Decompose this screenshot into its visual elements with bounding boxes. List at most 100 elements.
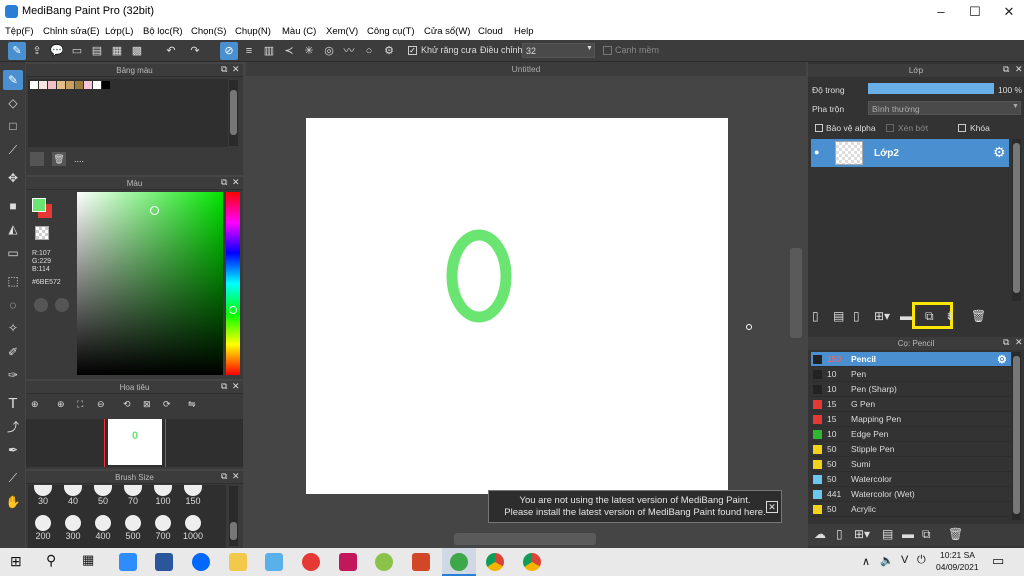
snap-off-icon[interactable]: ⊘ [220, 42, 238, 60]
transparent-color[interactable] [35, 226, 49, 240]
close-icon[interactable]: ✕ [232, 177, 240, 188]
ellipse-snap-icon[interactable]: ○ [360, 42, 378, 60]
folder-icon[interactable]: ▬ [902, 527, 914, 541]
new-brush-icon[interactable]: ▯ [836, 527, 843, 541]
app-icon[interactable] [375, 553, 393, 571]
cross-snap-icon[interactable]: ▥ [260, 42, 278, 60]
smooth-edge-checkbox[interactable] [603, 46, 612, 55]
canvas-h-scrollbar[interactable] [454, 533, 596, 545]
eye-icon[interactable]: ● [814, 147, 819, 157]
brush-item[interactable]: 50 Stipple Pen [811, 442, 1011, 457]
size-option[interactable]: 300 [62, 515, 84, 541]
menu-tools[interactable]: Công cụ(T) [367, 26, 415, 37]
menu-select[interactable]: Chọn(S) [191, 26, 226, 37]
palette-scrollbar[interactable] [229, 80, 238, 146]
operation-tool-icon[interactable]: ⤴ [3, 417, 23, 437]
close-button[interactable]: ✕ [1002, 4, 1016, 20]
brush-item[interactable]: 441 Watercolor (Wet) [811, 487, 1011, 502]
trash-icon[interactable]: 🗑 [948, 527, 963, 541]
flip-icon[interactable]: ⇋ [188, 399, 202, 413]
clipping-checkbox[interactable] [886, 124, 894, 132]
text-tool-icon[interactable]: T [3, 394, 23, 414]
brush-item[interactable]: 50 Acrylic [811, 502, 1011, 517]
menu-layer[interactable]: Lớp(L) [105, 26, 133, 37]
add-palette-icon[interactable] [30, 152, 44, 166]
close-icon[interactable]: ✕ [232, 471, 240, 482]
rotate-left-icon[interactable]: ⟲ [123, 399, 137, 413]
size-option[interactable]: 150 [182, 485, 204, 506]
bucket-tool-icon[interactable]: ◭ [3, 219, 23, 239]
drawing-canvas[interactable] [306, 118, 728, 494]
parallel-snap-icon[interactable]: ≡ [240, 42, 258, 60]
menu-cloud[interactable]: Cloud [478, 26, 503, 37]
hue-slider[interactable] [226, 192, 240, 375]
swatch[interactable] [84, 81, 92, 89]
vanish-snap-icon[interactable]: ≺ [280, 42, 298, 60]
size-option[interactable]: 50 [92, 485, 114, 506]
speech-icon[interactable]: 💬 [48, 42, 66, 60]
hand-tool-icon[interactable]: ✋ [3, 492, 23, 512]
menu-color[interactable]: Màu (C) [282, 26, 316, 37]
powerpoint-app-icon[interactable] [412, 553, 430, 571]
brush-tool-icon[interactable]: ✎ [3, 70, 23, 90]
radial-snap-icon[interactable]: ✳ [300, 42, 318, 60]
zoom-in-icon[interactable]: ⊕ [57, 399, 71, 413]
opacity-slider[interactable] [868, 83, 994, 94]
trash-icon[interactable]: 🗑 [52, 152, 66, 166]
float-icon[interactable]: ⧉ [221, 64, 227, 75]
update-notice[interactable]: You are not using the latest version of … [488, 490, 782, 523]
select-tool-icon[interactable]: ⬚ [3, 271, 23, 291]
gear-icon[interactable]: ⚙ [997, 353, 1007, 366]
zoom-app-icon[interactable] [119, 553, 137, 571]
circle-snap-icon[interactable]: ◎ [320, 42, 338, 60]
app-icon[interactable] [302, 553, 320, 571]
size-option[interactable]: 40 [62, 485, 84, 506]
close-icon[interactable]: ✕ [1015, 337, 1023, 348]
select-pen-tool-icon[interactable]: ✐ [3, 342, 23, 362]
size-option[interactable]: 30 [32, 485, 54, 506]
rect-tool-icon[interactable]: □ [3, 116, 23, 136]
merge-layer-icon[interactable]: ⇟ [945, 309, 959, 324]
float-icon[interactable]: ⧉ [1003, 337, 1009, 348]
task-view-icon[interactable]: ▦ [82, 552, 94, 568]
maximize-button[interactable]: ☐ [968, 4, 982, 20]
notification-icon[interactable]: ▭ [992, 553, 1004, 569]
undo-icon[interactable]: ↶ [162, 42, 180, 60]
blend-select[interactable]: Bình thường ▼ [868, 101, 1021, 115]
lasso-tool-icon[interactable]: ◌ [3, 295, 23, 315]
layer-item[interactable]: ● Lớp2 ⚙ [811, 139, 1009, 167]
swatch[interactable] [93, 81, 101, 89]
swatch[interactable] [66, 81, 74, 89]
hue-handle[interactable] [229, 306, 237, 314]
new-layer-icon[interactable]: ▯ [853, 309, 867, 324]
add-layer-menu-icon[interactable]: ⊞▾ [874, 309, 896, 324]
float-icon[interactable]: ⧉ [221, 381, 227, 392]
antialias-checkbox[interactable]: ✓ [408, 46, 417, 55]
pages-icon[interactable]: ▦ [108, 42, 126, 60]
brush-scrollbar[interactable] [1012, 352, 1021, 520]
size-option[interactable]: 700 [152, 515, 174, 541]
snap-settings-icon[interactable]: ⚙ [380, 42, 398, 60]
close-icon[interactable]: ✕ [1015, 64, 1023, 75]
brush-item[interactable]: 15 G Pen [811, 397, 1011, 412]
line-tool-icon[interactable]: ⟋ [3, 140, 23, 160]
menu-window[interactable]: Cửa sổ(W) [424, 26, 470, 37]
page-icon[interactable]: ▤ [88, 42, 106, 60]
layer-scrollbar[interactable] [1012, 139, 1021, 301]
menu-capture[interactable]: Chụp(N) [235, 26, 271, 37]
zoom-fit-icon[interactable]: ⊕ [31, 399, 45, 413]
comment-icon[interactable]: ▭ [68, 42, 86, 60]
search-icon[interactable]: ⚲ [46, 552, 56, 569]
brush-item[interactable]: 10 Pen [811, 367, 1011, 382]
brush-item[interactable]: 50 Watercolor [811, 472, 1011, 487]
curve-snap-icon[interactable]: 〰 [340, 42, 358, 60]
float-icon[interactable]: ⧉ [1003, 64, 1009, 75]
menu-edit[interactable]: Chỉnh sửa(E) [43, 26, 100, 37]
divide-tool-icon[interactable]: ⟋ [3, 468, 23, 488]
close-icon[interactable]: ✕ [232, 64, 240, 75]
app-icon[interactable] [339, 553, 357, 571]
minimize-button[interactable]: – [934, 4, 948, 20]
menu-filter[interactable]: Bộ lọc(R) [143, 26, 183, 37]
add-brush-menu-icon[interactable]: ⊞▾ [854, 527, 870, 541]
duplicate-layer-icon[interactable]: ⧉ [925, 309, 939, 324]
